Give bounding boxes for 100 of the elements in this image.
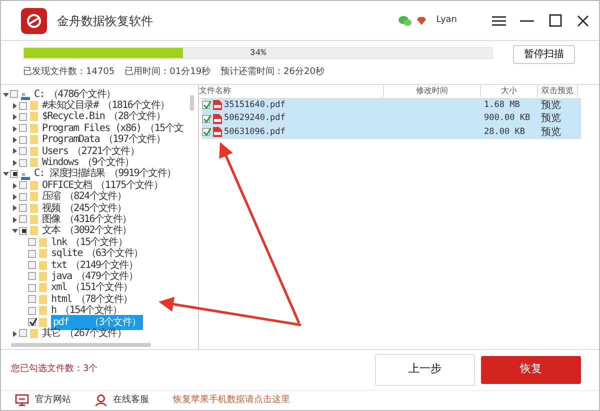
checkbox[interactable] [202, 101, 210, 110]
user-name[interactable]: Lyan [436, 14, 457, 28]
tree-item-label[interactable]: C: [34, 88, 44, 102]
tree-row[interactable]: C: 深度扫描结果 （9919个文件） [1, 168, 190, 180]
column-header[interactable]: 双击预览 [538, 85, 578, 97]
chat-icon[interactable] [398, 14, 412, 26]
monitor-icon [15, 394, 29, 406]
checkbox[interactable] [10, 90, 18, 98]
preview-link[interactable]: 预览 [541, 126, 561, 138]
checkbox[interactable] [19, 181, 27, 190]
preview-link[interactable]: 预览 [541, 113, 561, 124]
file-row[interactable]: 50631096.pdf 28.00 KB 预览 [202, 126, 581, 139]
tree-row[interactable]: $Recycle.Bin （28个文件） [1, 111, 190, 123]
checkbox[interactable] [19, 215, 27, 224]
checkbox[interactable] [19, 329, 27, 338]
checkbox[interactable] [19, 192, 27, 201]
maximize-button[interactable] [547, 12, 563, 28]
file-count: （245个文件） [64, 202, 126, 214]
column-header[interactable]: 大小 [481, 85, 538, 97]
website-link[interactable]: 官方网站 [15, 394, 71, 407]
checkbox[interactable] [28, 306, 36, 315]
tree-item-label[interactable]: ProgramData [42, 132, 100, 148]
file-count: （824个文件） [64, 190, 126, 202]
tree-row[interactable]: Program Files (x86) （15个文 [1, 122, 190, 134]
tree-row[interactable]: 其它 （267个文件） [1, 328, 190, 340]
tree-row[interactable]: 文本 （3092个文件） [1, 225, 190, 237]
column-header[interactable]: 文件名称 [199, 85, 384, 97]
file-count: （267个文件） [64, 328, 126, 340]
pdf-file-icon [213, 114, 224, 124]
file-row[interactable]: 50629240.pdf 900.00 KB 预览 [202, 112, 581, 126]
file-count: （9个文件） [82, 156, 134, 168]
app-logo-icon [21, 8, 47, 34]
tree-row[interactable]: C: （4786个文件） [1, 88, 190, 100]
file-name: 50629240.pdf [224, 112, 286, 126]
expand-caret-icon[interactable] [12, 146, 16, 157]
checkbox[interactable] [19, 147, 27, 156]
checkbox[interactable] [28, 238, 36, 246]
drive-icon [21, 90, 30, 98]
support-link[interactable]: 在线客服 [95, 394, 149, 407]
file-count: （9919个文件） [108, 167, 176, 180]
checkbox[interactable] [19, 102, 27, 110]
expand-caret-icon[interactable] [12, 191, 16, 202]
expand-caret-icon[interactable] [12, 202, 16, 214]
file-count: （154个文件） [60, 304, 122, 316]
tree-row[interactable]: java （479个文件） [1, 270, 190, 282]
checkbox[interactable] [10, 170, 18, 178]
pdf-file-icon [213, 127, 224, 138]
checkbox[interactable] [28, 295, 36, 304]
checkbox[interactable] [28, 261, 36, 270]
checkbox[interactable] [28, 318, 36, 326]
tree-row[interactable]: 压缩 （824个文件） [1, 191, 190, 202]
close-icon [577, 14, 589, 26]
file-size: 900.00 KB [484, 113, 530, 124]
back-button[interactable]: 上一步 [375, 354, 475, 386]
menu-icon [492, 14, 506, 26]
tree-row[interactable]: lnk （15个文件） [1, 236, 190, 248]
checkbox[interactable] [28, 284, 36, 292]
checkbox[interactable] [19, 136, 27, 144]
tree-row[interactable]: 图像 （4316个文件） [1, 214, 190, 226]
checkbox[interactable] [202, 114, 210, 123]
checkbox[interactable] [19, 124, 27, 132]
file-count: （1816个文件） [102, 99, 170, 112]
expand-caret-icon[interactable] [12, 134, 16, 146]
checkbox[interactable] [19, 204, 27, 212]
apple-recovery-link[interactable]: 恢复苹果手机数据请点击这里 [173, 394, 290, 407]
tree-item-label[interactable]: 文本 [42, 223, 60, 238]
tree-item-label[interactable]: $Recycle.Bin [42, 109, 105, 124]
tree-row[interactable]: h （154个文件） [1, 304, 190, 316]
expand-caret-icon[interactable] [12, 111, 16, 123]
person-icon [95, 394, 107, 406]
remaining-time: 预计还需时间：26分20秒 [220, 66, 324, 79]
tree-row[interactable]: xml （151个文件） [1, 282, 190, 294]
tree-row[interactable]: 视频 （245个文件） [1, 202, 190, 214]
close-button[interactable] [575, 12, 591, 28]
checkbox[interactable] [19, 226, 27, 235]
checkbox[interactable] [19, 158, 27, 167]
tree-row[interactable]: Windows （9个文件） [1, 156, 190, 168]
column-header[interactable]: 修改时间 [384, 85, 481, 97]
tree-row[interactable]: #未知父目录# （1816个文件） [1, 100, 190, 112]
tree-row[interactable]: sqlite （63个文件） [1, 248, 190, 260]
tree-row[interactable]: ProgramData （197个文件） [1, 134, 190, 146]
file-name: 35151640.pdf [224, 98, 286, 112]
tree-row[interactable]: txt （2149个文件） [1, 259, 190, 271]
checkbox[interactable] [28, 272, 36, 280]
checkbox[interactable] [28, 250, 36, 258]
checkbox[interactable] [19, 112, 27, 121]
preview-link[interactable]: 预览 [541, 100, 561, 111]
file-row[interactable]: 35151640.pdf 1.68 MB 预览 [202, 98, 581, 112]
file-count: （151个文件） [70, 282, 132, 294]
tree-row[interactable]: OFFICE文档 （1175个文件） [1, 180, 190, 192]
diamond-icon[interactable] [417, 16, 426, 24]
pause-scan-button[interactable]: 暂停扫描 [513, 45, 575, 64]
file-count: （2149个文件） [70, 258, 138, 271]
tree-row[interactable]: Users （2721个文件） [1, 145, 190, 157]
recover-button[interactable]: 恢复 [481, 356, 581, 384]
maximize-icon [548, 14, 562, 27]
checkbox[interactable] [202, 128, 210, 136]
file-count: （479个文件） [76, 269, 138, 282]
tree-row[interactable]: html （78个文件） [1, 294, 190, 305]
file-count: （4786个文件） [48, 88, 116, 100]
